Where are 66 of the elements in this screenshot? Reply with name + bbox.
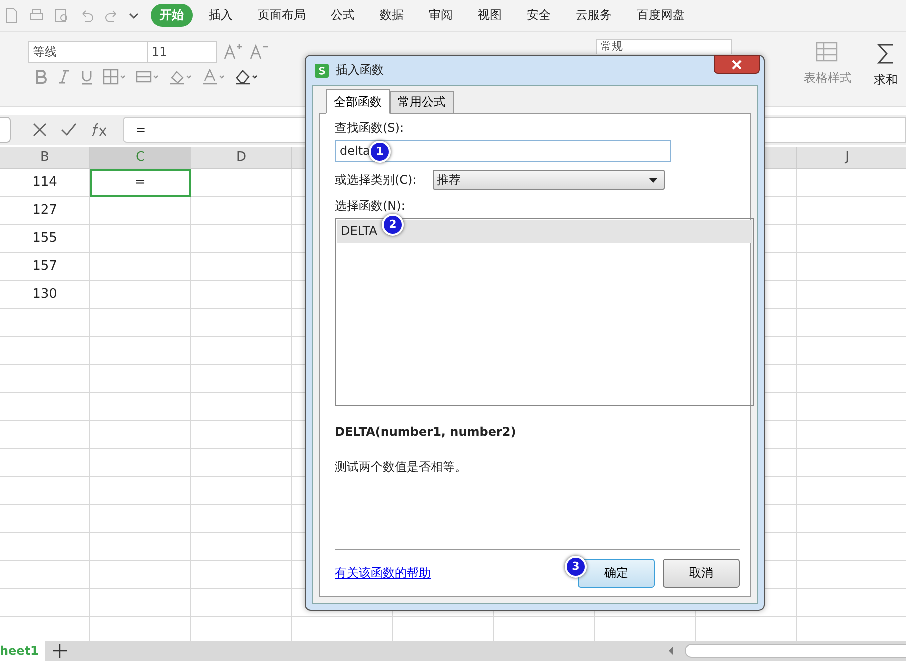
- dropdown-icon[interactable]: [129, 10, 139, 20]
- menu-tab[interactable]: 公式: [322, 4, 364, 27]
- column-header[interactable]: B: [0, 147, 90, 168]
- step-badge: 1: [369, 141, 391, 163]
- horizontal-scrollbar[interactable]: [685, 644, 906, 658]
- cancel-icon[interactable]: [33, 123, 47, 137]
- font-color-icon[interactable]: [202, 69, 226, 85]
- print-icon[interactable]: [29, 8, 45, 24]
- column-header[interactable]: D: [191, 147, 292, 168]
- sigma-icon: [876, 42, 896, 66]
- table-cell[interactable]: 127: [0, 197, 90, 225]
- table-style-label: 表格样式: [804, 70, 852, 87]
- font-size-field[interactable]: 11: [147, 41, 217, 63]
- step-badge: 2: [382, 214, 404, 236]
- help-link[interactable]: 有关该函数的帮助: [335, 565, 431, 582]
- search-label: 查找函数(S):: [335, 120, 404, 137]
- menu-tab[interactable]: 页面布局: [249, 4, 315, 27]
- category-label: 或选择类别(C):: [335, 172, 417, 188]
- border-icon[interactable]: [103, 69, 127, 85]
- dropdown-arrow-icon: [648, 178, 658, 182]
- function-description: 测试两个数值是否相等。: [335, 459, 467, 476]
- table-cell[interactable]: 114: [0, 169, 90, 197]
- menu-tab[interactable]: 安全: [518, 4, 560, 27]
- close-button[interactable]: [714, 55, 760, 74]
- menu-tab[interactable]: 百度网盘: [628, 4, 694, 27]
- fill-color-icon[interactable]: [169, 69, 193, 85]
- table-cell[interactable]: =: [90, 169, 191, 197]
- column-header[interactable]: J: [797, 147, 898, 168]
- scroll-left-icon[interactable]: [667, 646, 675, 656]
- table-cell[interactable]: 155: [0, 225, 90, 253]
- fill-style-icon[interactable]: [136, 69, 160, 85]
- dialog-title: 插入函数: [336, 62, 384, 79]
- table-style-icon: [816, 42, 840, 64]
- cancel-button[interactable]: 取消: [663, 559, 740, 588]
- italic-icon[interactable]: [57, 69, 71, 85]
- sum-button[interactable]: 求和: [874, 42, 898, 89]
- app-icon: [315, 64, 329, 78]
- name-box[interactable]: [0, 117, 11, 143]
- table-cell[interactable]: 130: [0, 281, 90, 309]
- category-dropdown[interactable]: 推荐: [432, 170, 665, 190]
- menu-tab[interactable]: 审阅: [420, 4, 462, 27]
- sum-label: 求和: [874, 72, 898, 89]
- ok-button[interactable]: 确定: [578, 559, 655, 588]
- eraser-icon[interactable]: [235, 69, 259, 85]
- increase-font-icon[interactable]: [223, 43, 243, 61]
- function-syntax: DELTA(number1, number2): [335, 425, 516, 439]
- function-list-label: 选择函数(N):: [335, 198, 406, 215]
- decrease-font-icon[interactable]: [249, 43, 269, 61]
- menu-tab[interactable]: 数据: [371, 4, 413, 27]
- add-sheet-icon[interactable]: [53, 644, 67, 658]
- menu-tab[interactable]: 云服务: [567, 4, 621, 27]
- font-name-field[interactable]: 等线: [28, 41, 148, 63]
- dialog-tab[interactable]: 全部函数: [326, 89, 390, 114]
- close-icon: [732, 60, 742, 70]
- dialog-tab[interactable]: 常用公式: [390, 91, 454, 114]
- menu-tab[interactable]: 插入: [200, 4, 242, 27]
- step-badge: 3: [565, 556, 587, 578]
- pdf-icon[interactable]: [4, 8, 20, 24]
- number-format-field[interactable]: 常规: [596, 39, 732, 54]
- confirm-icon[interactable]: [61, 123, 77, 137]
- bold-icon[interactable]: [34, 69, 48, 85]
- fx-icon[interactable]: [91, 123, 109, 137]
- preview-icon[interactable]: [54, 8, 70, 24]
- underline-icon[interactable]: [80, 69, 94, 85]
- table-cell[interactable]: 157: [0, 253, 90, 281]
- menu-tab[interactable]: 视图: [469, 4, 511, 27]
